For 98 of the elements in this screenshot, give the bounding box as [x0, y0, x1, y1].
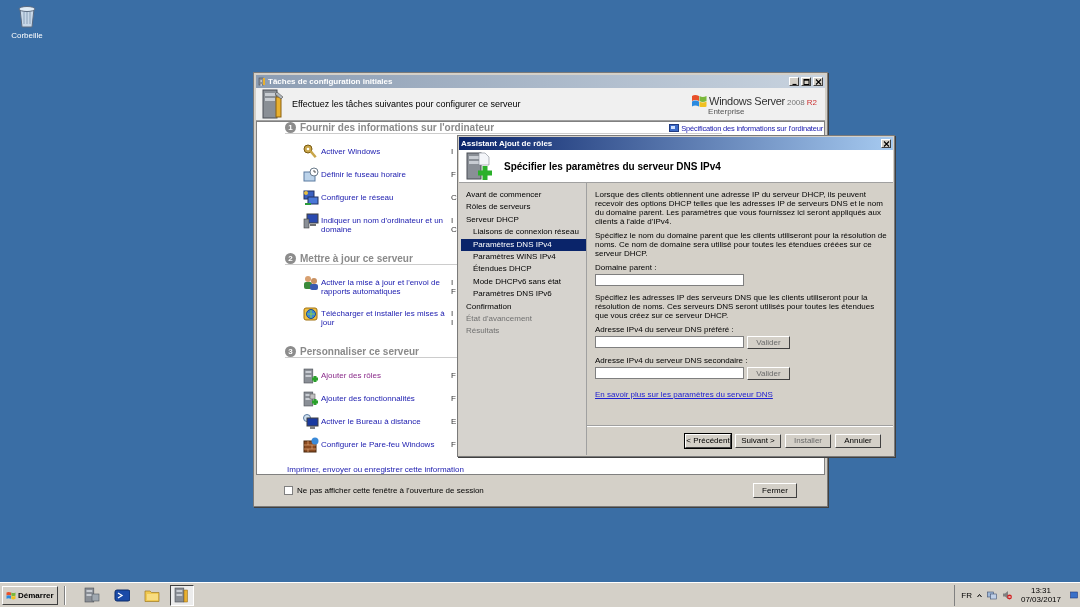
language-indicator[interactable]: FR	[961, 590, 972, 600]
wizard-button[interactable]: Suivant >	[735, 433, 781, 448]
server-tasks-icon	[262, 89, 284, 119]
step-number: 2	[285, 253, 296, 264]
input-field[interactable]	[595, 336, 744, 348]
wizard-step[interactable]: Serveur DHCP	[459, 213, 586, 227]
close-icon	[882, 140, 890, 147]
wizard-button[interactable]: < Précédent	[685, 433, 731, 448]
task-link[interactable]: Ajouter des rôles	[321, 368, 449, 380]
tasks-icon	[258, 77, 266, 86]
users-icon	[303, 275, 319, 291]
task-link[interactable]: Configurer le réseau	[321, 190, 449, 202]
dialog-title: Assistant Ajout de rôles	[461, 139, 554, 148]
description-text: F	[451, 371, 457, 380]
version-text: 2008	[786, 97, 805, 107]
wizard-step[interactable]: Paramètres WINS IPv4	[459, 250, 586, 264]
windows-flag-icon	[691, 92, 708, 107]
task-link[interactable]: Activer le Bureau à distance	[321, 414, 449, 426]
monitor-icon	[303, 414, 319, 430]
maximize-icon	[802, 78, 810, 85]
description-text: I	[451, 278, 455, 287]
wizard-step[interactable]: Mode DHCPv6 sans état	[459, 275, 586, 289]
start-button[interactable]: Démarrer	[2, 585, 58, 605]
edition-text: Enterprise	[708, 106, 745, 116]
checkbox[interactable]	[284, 485, 293, 495]
step-number: 1	[285, 122, 296, 133]
description-text: C	[451, 225, 458, 234]
description-text: F	[451, 287, 457, 296]
close-button[interactable]: Fermer	[753, 482, 797, 498]
task-link[interactable]: Indiquer un nom d'ordinateur et un domaine	[321, 213, 449, 234]
server-manager-icon	[83, 587, 100, 603]
checkbox-label[interactable]: Ne pas afficher cette fenêtre à l'ouverture de session	[297, 485, 749, 495]
input-field[interactable]	[595, 367, 744, 379]
help-link[interactable]: En savoir plus sur les paramètres du serveur DNS	[595, 390, 773, 399]
release-text: R2	[806, 97, 817, 107]
print-link[interactable]: Imprimer, envoyer ou enregistrer cette information	[287, 465, 462, 474]
wizard-step[interactable]: Avant de commencer	[459, 189, 586, 202]
input-field[interactable]	[595, 274, 744, 286]
task-link[interactable]: Télécharger et installer les mises à jour	[321, 306, 449, 327]
network-icon[interactable]	[986, 590, 997, 600]
description-text: Spécifiez les adresses IP des serveurs DNS que les clients utiliseront pour la résolution de noms. Ces serveurs DNS seront utilisés pour toutes les étendues que vous créez sur ce serveur DHCP.	[595, 293, 876, 320]
taskbar-window-button[interactable]	[169, 584, 194, 606]
show-desktop-icon[interactable]	[1070, 591, 1078, 599]
network-icon	[303, 190, 319, 206]
task-link[interactable]: Activer Windows	[321, 144, 449, 156]
clock-icon	[303, 167, 319, 183]
close-icon	[814, 78, 822, 85]
computer-icon	[303, 213, 319, 229]
description-text: I	[451, 216, 455, 225]
wizard-step[interactable]: Paramètres DNS IPv4	[461, 238, 586, 251]
field-label: Domaine parent :	[595, 263, 658, 272]
wizard-step[interactable]: Liaisons de connexion réseau	[459, 226, 586, 239]
task-link[interactable]: Définir le fuseau horaire	[321, 167, 449, 179]
description-text: F	[451, 170, 457, 179]
wizard-step[interactable]: Étendues DHCP	[459, 263, 586, 276]
clock-time[interactable]: 13:31	[1030, 586, 1051, 595]
wizard-step[interactable]: Rôles de serveurs	[459, 201, 586, 214]
wizard-step[interactable]: Paramètres DNS IPv6	[459, 288, 586, 301]
field-label: Adresse IPv4 du serveur DNS secondaire :	[595, 356, 749, 365]
description-text: I	[451, 309, 455, 318]
description-text: F	[451, 440, 457, 449]
description-text: F	[451, 394, 457, 403]
server-add-icon	[303, 368, 319, 384]
task-link[interactable]: Ajouter des fonctionnalités	[321, 391, 449, 403]
description-text: Spécifiez le nom du domaine parent que les clients utiliseront pour la résolution de noms. Ce nom de domaine sera utilisé pour toutes les étendues créées sur ce serveur DHCP.	[595, 231, 888, 258]
task-link[interactable]: Activer la mise à jour et l'envoi de rapports automatiques	[321, 275, 449, 296]
folder-icon	[143, 587, 160, 603]
description-text: E	[451, 417, 458, 426]
firewall-icon	[303, 437, 319, 453]
tasks-icon	[173, 587, 190, 603]
section-heading: Fournir des informations sur l'ordinateur	[300, 122, 495, 133]
clock-date[interactable]: 07/03/2017	[1020, 595, 1061, 604]
icon-label[interactable]: Corbeille	[11, 31, 43, 40]
step-number: 3	[285, 346, 296, 357]
windows-flag-icon	[6, 590, 16, 600]
wizard-button[interactable]: Annuler	[835, 433, 881, 448]
description-text: I	[451, 147, 455, 156]
recycle-bin-icon[interactable]	[17, 4, 37, 28]
dialog-heading: Spécifier les paramètres du serveur DNS IPv4	[504, 160, 721, 172]
key-icon	[303, 144, 319, 160]
window-title: Tâches de configuration initiales	[268, 77, 394, 86]
field-label: Adresse IPv4 du serveur DNS préféré :	[595, 325, 735, 334]
description-text: Lorsque des clients obtiennent une adresse IP du serveur DHCP, ils peuvent recevoir des options DHCP telles que les adresses IP de serveurs DNS et le nom du domaine parent. Les paramètres que vous fournissez ici seront appliqués aux clients à l'aide d'IPv4.	[595, 190, 884, 226]
section-heading: Mettre à jour ce serveur	[300, 253, 413, 264]
section-heading: Personnaliser ce serveur	[300, 346, 419, 357]
logo-text: Windows Server	[709, 94, 785, 107]
chevron-up-icon[interactable]	[976, 592, 982, 598]
description-text: I	[451, 318, 455, 327]
description-text: C	[451, 193, 458, 202]
speaker-muted-icon[interactable]	[1001, 590, 1012, 600]
task-link[interactable]: Configurer le Pare-feu Windows	[321, 437, 449, 449]
globe-icon	[303, 306, 319, 322]
shell-icon	[113, 587, 130, 603]
wizard-step[interactable]: Confirmation	[459, 300, 586, 313]
computer-info-icon	[669, 124, 680, 132]
server-add-icon	[303, 391, 319, 407]
header-text: Effectuez les tâches suivantes pour configurer ce serveur	[292, 99, 522, 109]
close-button[interactable]	[881, 139, 891, 148]
